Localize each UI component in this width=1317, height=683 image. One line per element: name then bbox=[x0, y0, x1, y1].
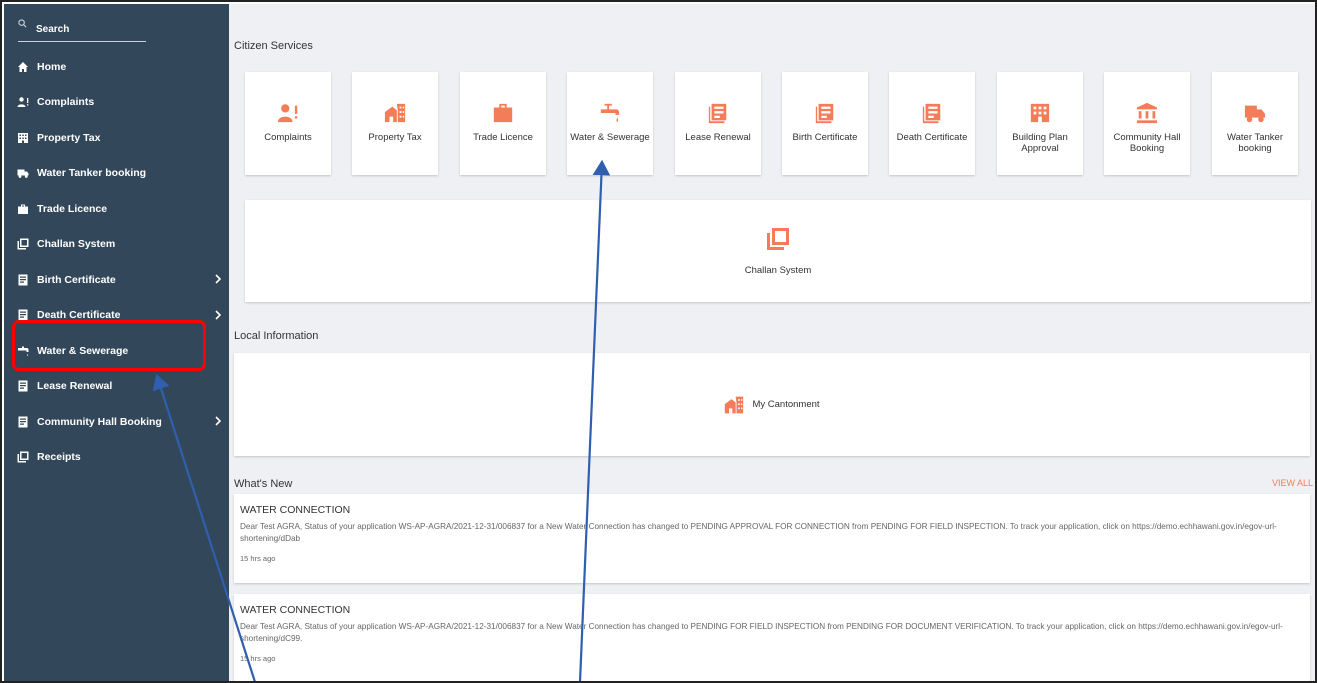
news-card[interactable]: WATER CONNECTION Dear Test AGRA, Status … bbox=[234, 594, 1310, 681]
service-card-label: Trade Licence bbox=[473, 132, 533, 143]
challan-icon bbox=[16, 238, 29, 250]
sidebar-item-lease-renewal[interactable]: Lease Renewal bbox=[4, 369, 229, 405]
challan-system-card[interactable]: Challan System bbox=[245, 200, 1311, 302]
challan-system-label: Challan System bbox=[744, 265, 812, 276]
sidebar-item-label: Community Hall Booking bbox=[37, 415, 162, 428]
news-time: 15 hrs ago bbox=[240, 554, 276, 563]
service-card-complaints[interactable]: Complaints bbox=[245, 72, 331, 175]
service-card-label: Death Certificate bbox=[896, 132, 968, 143]
service-card-label: Lease Renewal bbox=[685, 132, 751, 143]
complaints-icon bbox=[16, 96, 29, 108]
chevron-right-icon bbox=[213, 415, 223, 427]
my-cantonment-card[interactable]: My Cantonment bbox=[234, 353, 1310, 456]
highlight-box bbox=[12, 320, 206, 371]
hall-icon bbox=[1136, 102, 1158, 124]
sidebar-item-birth-certificate[interactable]: Birth Certificate bbox=[4, 262, 229, 298]
document-icon bbox=[814, 102, 836, 124]
news-title: WATER CONNECTION bbox=[240, 604, 351, 616]
challan-icon bbox=[766, 227, 790, 251]
truck-icon bbox=[1244, 102, 1266, 124]
sidebar-item-property-tax[interactable]: Property Tax bbox=[4, 120, 229, 156]
service-card-lease-renewal[interactable]: Lease Renewal bbox=[675, 72, 761, 175]
service-card-trade-licence[interactable]: Trade Licence bbox=[460, 72, 546, 175]
sidebar-item-complaints[interactable]: Complaints bbox=[4, 85, 229, 121]
sidebar-item-label: Property Tax bbox=[37, 131, 101, 144]
document-icon bbox=[16, 274, 29, 286]
news-body: Dear Test AGRA, Status of your applicati… bbox=[240, 622, 1283, 643]
tap-icon bbox=[599, 102, 621, 124]
news-card[interactable]: WATER CONNECTION Dear Test AGRA, Status … bbox=[234, 494, 1310, 583]
document-icon bbox=[16, 416, 29, 428]
sidebar-item-label: Lease Renewal bbox=[37, 380, 113, 393]
view-all-link[interactable]: VIEW ALL bbox=[1272, 478, 1313, 488]
sidebar-item-label: Challan System bbox=[37, 238, 116, 251]
sidebar-item-community-hall-booking[interactable]: Community Hall Booking bbox=[4, 404, 229, 440]
service-card-birth-certificate[interactable]: Birth Certificate bbox=[782, 72, 868, 175]
home-icon bbox=[16, 61, 29, 73]
briefcase-icon bbox=[16, 203, 29, 215]
service-card-water-tanker-booking[interactable]: Water Tanker booking bbox=[1212, 72, 1298, 175]
screenshot-frame: Search Home Complaints Property Tax Wate… bbox=[0, 0, 1317, 683]
service-card-label: Property Tax bbox=[368, 132, 422, 143]
document-icon bbox=[707, 102, 729, 124]
citizen-services-title: Citizen Services bbox=[234, 40, 313, 52]
briefcase-icon bbox=[492, 102, 514, 124]
sidebar-item-trade-licence[interactable]: Trade Licence bbox=[4, 191, 229, 227]
sidebar-nav: Home Complaints Property Tax Water Tanke… bbox=[4, 49, 229, 475]
service-card-label: Birth Certificate bbox=[792, 132, 858, 143]
chevron-right-icon bbox=[213, 309, 223, 321]
service-card-community-hall-booking[interactable]: Community Hall Booking bbox=[1104, 72, 1190, 175]
service-card-label: Community Hall Booking bbox=[1113, 132, 1181, 154]
news-time: 15 hrs ago bbox=[240, 654, 276, 663]
truck-icon bbox=[16, 167, 29, 179]
sidebar-item-water-tanker-booking[interactable]: Water Tanker booking bbox=[4, 156, 229, 192]
my-cantonment-label: My Cantonment bbox=[752, 399, 820, 410]
property-tax-icon bbox=[384, 102, 406, 124]
chevron-right-icon bbox=[213, 273, 223, 285]
sidebar-item-label: Birth Certificate bbox=[37, 273, 116, 286]
service-card-label: Water Tanker booking bbox=[1227, 132, 1283, 154]
property-tax-icon bbox=[16, 132, 29, 144]
search-icon bbox=[18, 19, 27, 28]
local-information-title: Local Information bbox=[234, 330, 319, 342]
complaints-icon bbox=[277, 102, 299, 124]
whats-new-title: What's New bbox=[234, 478, 293, 490]
search-label: Search bbox=[36, 24, 70, 35]
news-title: WATER CONNECTION bbox=[240, 504, 351, 516]
main-content: Citizen Services Complaints Property Tax… bbox=[229, 4, 1315, 681]
sidebar-search[interactable]: Search bbox=[18, 16, 146, 42]
property-tax-icon bbox=[724, 395, 744, 415]
service-card-label: Complaints bbox=[264, 132, 312, 143]
service-card-water-sewerage[interactable]: Water & Sewerage bbox=[567, 72, 653, 175]
sidebar-item-label: Water Tanker booking bbox=[37, 167, 147, 180]
receipt-icon bbox=[16, 451, 29, 463]
service-card-label: Water & Sewerage bbox=[570, 132, 650, 143]
sidebar-item-home[interactable]: Home bbox=[4, 49, 229, 85]
document-icon bbox=[16, 380, 29, 392]
service-card-death-certificate[interactable]: Death Certificate bbox=[889, 72, 975, 175]
document-icon bbox=[921, 102, 943, 124]
building-icon bbox=[1029, 102, 1051, 124]
news-body: Dear Test AGRA, Status of your applicati… bbox=[240, 522, 1277, 543]
sidebar-item-label: Trade Licence bbox=[37, 202, 108, 215]
service-card-label: Building Plan Approval bbox=[1012, 132, 1068, 154]
sidebar-item-label: Complaints bbox=[37, 96, 95, 109]
service-card-building-plan-approval[interactable]: Building Plan Approval bbox=[997, 72, 1083, 175]
sidebar-item-challan-system[interactable]: Challan System bbox=[4, 227, 229, 263]
sidebar-item-label: Receipts bbox=[37, 451, 81, 464]
sidebar-item-label: Home bbox=[37, 60, 67, 73]
service-card-property-tax[interactable]: Property Tax bbox=[352, 72, 438, 175]
sidebar-item-receipts[interactable]: Receipts bbox=[4, 440, 229, 476]
